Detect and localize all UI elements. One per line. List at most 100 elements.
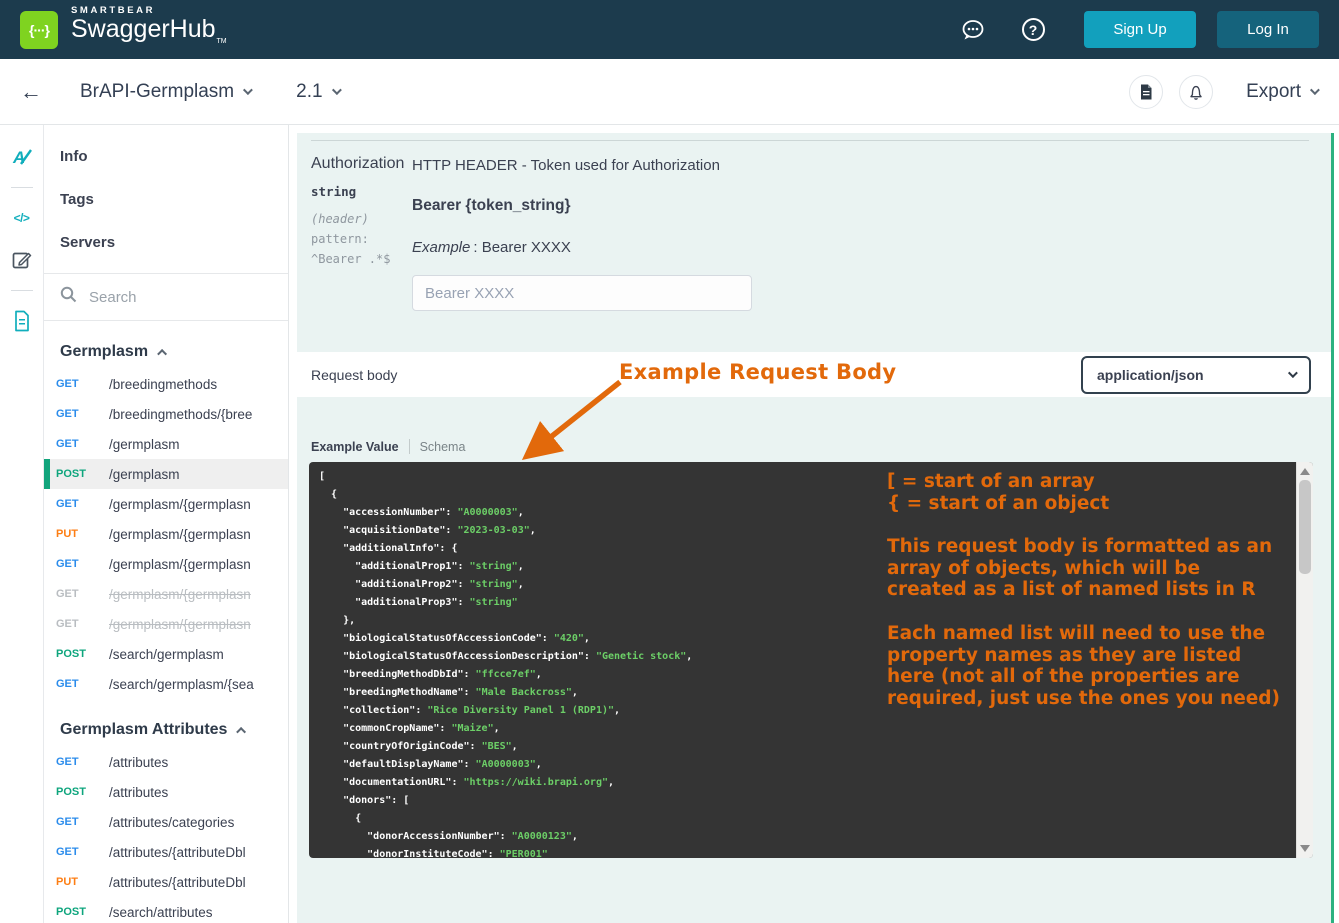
- scroll-up-arrow-icon[interactable]: [1300, 468, 1310, 475]
- auth-param-type: string: [311, 184, 412, 199]
- export-dropdown[interactable]: Export: [1246, 81, 1317, 103]
- endpoint-row[interactable]: GET/attributes/{attributeDbl: [44, 837, 288, 867]
- edit-icon[interactable]: [8, 246, 36, 274]
- annotation-title: Example Request Body: [619, 360, 896, 384]
- topbar-actions: ? Sign Up Log In: [928, 11, 1319, 48]
- search-input[interactable]: [89, 289, 259, 306]
- endpoint-row[interactable]: GET/attributes/categories: [44, 807, 288, 837]
- document-icon[interactable]: [1129, 75, 1163, 109]
- code-line: [: [319, 468, 1289, 486]
- sidebar-item-tags[interactable]: Tags: [44, 178, 288, 221]
- scroll-down-arrow-icon[interactable]: [1300, 845, 1310, 852]
- sidebar-item-info[interactable]: Info: [44, 135, 288, 178]
- auth-param-location: (header): [311, 212, 412, 226]
- code-line: {: [319, 486, 1289, 504]
- section-header-germplasm-attributes[interactable]: Germplasm Attributes: [44, 699, 288, 747]
- content-type-select[interactable]: application/json: [1081, 356, 1311, 394]
- code-icon[interactable]: </>: [8, 204, 36, 232]
- post-germplasm-panel: Authorization string (header) pattern: ^…: [297, 133, 1334, 923]
- brand: SMARTBEAR SwaggerHubTM: [71, 5, 227, 55]
- code-line: "commonCropName": "Maize",: [319, 720, 1289, 738]
- nav-links: Info Tags Servers: [44, 125, 288, 274]
- help-icon[interactable]: ?: [1018, 15, 1048, 45]
- document-icon[interactable]: [8, 307, 36, 335]
- swaggerhub-wordmark: SwaggerHubTM: [71, 16, 227, 55]
- version-dropdown[interactable]: 2.1: [296, 81, 338, 103]
- endpoint-row[interactable]: GET/germplasm/{germplasn: [44, 489, 288, 519]
- code-line: "documentationURL": "https://wiki.brapi.…: [319, 774, 1289, 792]
- main-area: Authorization string (header) pattern: ^…: [289, 125, 1339, 923]
- search-row: [44, 274, 288, 321]
- tab-example-value[interactable]: Example Value: [311, 440, 399, 454]
- annotation-paragraph-2: Each named list will need to use the pro…: [887, 623, 1287, 709]
- auth-example: Example: Bearer XXXX: [412, 239, 1317, 256]
- api-header: ← BrAPI-Germplasm 2.1 Export: [0, 59, 1339, 125]
- icon-rail: A </>: [0, 125, 44, 923]
- back-arrow-icon[interactable]: ←: [20, 79, 42, 105]
- annotation-legend: [ = start of an array { = start of an ob…: [887, 471, 1109, 514]
- sign-up-button[interactable]: Sign Up: [1084, 11, 1196, 48]
- sidebar-item-servers[interactable]: Servers: [44, 221, 288, 264]
- endpoint-row[interactable]: GET/search/germplasm/{sea: [44, 669, 288, 699]
- endpoint-row[interactable]: POST/search/germplasm: [44, 639, 288, 669]
- code-line: {: [319, 810, 1289, 828]
- code-line: "countryOfOriginCode": "BES",: [319, 738, 1289, 756]
- header-actions: Export: [1113, 75, 1317, 109]
- trademark: TM: [217, 38, 227, 45]
- annotation-paragraph-1: This request body is formatted as an arr…: [887, 536, 1279, 601]
- example-request-body-code: [ { "accessionNumber": "A0000003", "acqu…: [309, 462, 1313, 858]
- code-line: "accessionNumber": "A0000003",: [319, 504, 1289, 522]
- example-tabs: Example Value Schema: [297, 397, 1331, 462]
- auth-param-meta: Authorization string (header) pattern: ^…: [311, 155, 412, 311]
- api-name-dropdown[interactable]: BrAPI-Germplasm: [80, 81, 250, 103]
- request-body-bar: Request body Example Request Body applic…: [297, 352, 1331, 397]
- endpoint-row[interactable]: POST/search/attributes: [44, 897, 288, 923]
- endpoint-row[interactable]: GET/breedingmethods: [44, 369, 288, 399]
- section-header-germplasm[interactable]: Germplasm: [44, 321, 288, 369]
- chat-icon[interactable]: [958, 15, 988, 45]
- log-in-button[interactable]: Log In: [1217, 11, 1319, 48]
- topbar: {···} SMARTBEAR SwaggerHubTM ? Sign Up L…: [0, 0, 1339, 59]
- chevron-down-icon: [1288, 368, 1298, 378]
- authorization-section: Authorization string (header) pattern: ^…: [297, 133, 1331, 352]
- auth-pattern-label: pattern:: [311, 232, 412, 246]
- endpoint-row-deprecated[interactable]: GET/germplasm/{germplasn: [44, 579, 288, 609]
- endpoint-row[interactable]: PUT/germplasm/{germplasn: [44, 519, 288, 549]
- scrollbar-thumb[interactable]: [1299, 480, 1311, 574]
- code-scrollbar[interactable]: [1296, 462, 1313, 858]
- auth-description: HTTP HEADER - Token used for Authorizati…: [412, 157, 1317, 174]
- swaggerhub-logo-icon[interactable]: {···}: [20, 11, 58, 49]
- endpoint-row-deprecated[interactable]: GET/germplasm/{germplasn: [44, 609, 288, 639]
- endpoint-row[interactable]: GET/germplasm: [44, 429, 288, 459]
- content: A </> Info Tags Servers Germplasm GET/br…: [0, 125, 1339, 923]
- auth-pattern-value: ^Bearer .*$: [311, 252, 412, 266]
- chevron-up-icon: [237, 726, 247, 736]
- code-line: "donorInstituteCode": "PER001": [319, 846, 1289, 858]
- endpoint-row[interactable]: PUT/attributes/{attributeDbl: [44, 867, 288, 897]
- endpoint-row-selected[interactable]: POST/germplasm: [44, 459, 288, 489]
- auth-param-name: Authorization: [311, 155, 412, 173]
- endpoint-row[interactable]: GET/germplasm/{germplasn: [44, 549, 288, 579]
- chevron-down-icon: [332, 85, 342, 95]
- auth-scheme: Bearer {token_string}: [412, 197, 1317, 215]
- authorization-token-input[interactable]: [412, 275, 752, 311]
- auth-param-detail: HTTP HEADER - Token used for Authorizati…: [412, 155, 1317, 311]
- tab-divider: [409, 439, 410, 454]
- code-line: "defaultDisplayName": "A0000003",: [319, 756, 1289, 774]
- svg-text:A: A: [12, 148, 25, 167]
- chevron-down-icon: [243, 85, 253, 95]
- rail-divider: [11, 187, 33, 188]
- code-line: "donors": [: [319, 792, 1289, 810]
- endpoint-row[interactable]: GET/breedingmethods/{bree: [44, 399, 288, 429]
- code-line: "donorAccessionNumber": "A0000123",: [319, 828, 1289, 846]
- endpoint-row[interactable]: GET/attributes: [44, 747, 288, 777]
- sidebar-nav: Info Tags Servers Germplasm GET/breeding…: [44, 125, 289, 923]
- chevron-up-icon: [157, 348, 167, 358]
- bell-icon[interactable]: [1179, 75, 1213, 109]
- endpoint-row[interactable]: POST/attributes: [44, 777, 288, 807]
- rail-divider: [11, 290, 33, 291]
- tab-schema[interactable]: Schema: [420, 440, 466, 454]
- api-design-icon[interactable]: A: [8, 143, 36, 171]
- request-body-label: Request body: [311, 367, 397, 383]
- chevron-down-icon: [1310, 85, 1320, 95]
